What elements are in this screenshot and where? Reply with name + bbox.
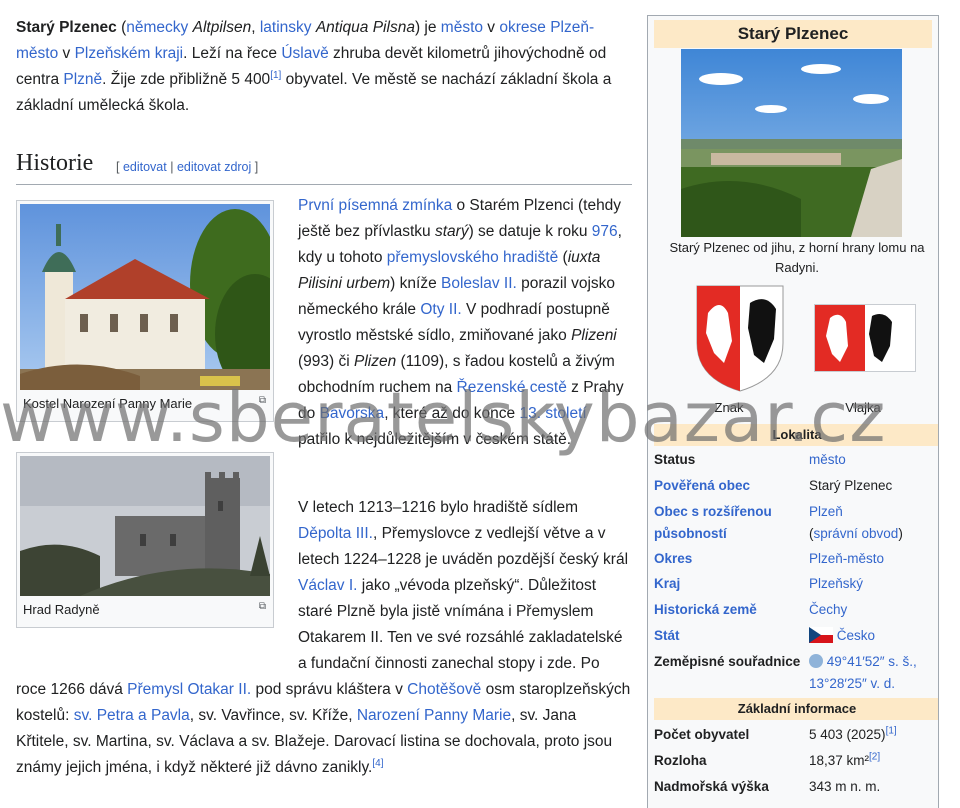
infobox-photo-caption: Starý Plzenec od jihu, z horní hrany lom… — [669, 240, 925, 275]
link-narozeni[interactable]: Narození Panny Marie — [357, 707, 511, 724]
link-zminka[interactable]: První písemná zmínka — [298, 197, 452, 214]
history-paragraph-2: V letech 1213–1216 bylo hradiště sídlem … — [16, 499, 631, 776]
infobox-title: Starý Plzenec — [654, 20, 932, 48]
link-coordinates-lon[interactable]: 13°28′25″ v. d. — [809, 676, 895, 691]
link-cesko[interactable]: Česko — [837, 628, 875, 643]
link-mesto[interactable]: město — [441, 19, 483, 36]
link-orp[interactable]: Obec s rozšířenou působností — [654, 501, 804, 545]
reference-1-infobox[interactable]: [1] — [886, 726, 897, 737]
link-vaclav[interactable]: Václav I. — [298, 577, 357, 594]
link-coordinates-lat[interactable]: 49°41′52″ s. š., — [827, 654, 917, 669]
link-hradiste[interactable]: přemyslovského hradiště — [387, 249, 558, 266]
globe-icon — [809, 654, 823, 668]
town-panorama-photo[interactable] — [681, 49, 902, 237]
edit-links: [ editovat | editovat zdroj ] — [116, 160, 259, 174]
link-kraj-label[interactable]: Kraj — [654, 573, 804, 595]
link-zeme-value[interactable]: Čechy — [809, 599, 938, 621]
intro-paragraph: Starý Plzenec (německy Altpilsen, latins… — [16, 19, 612, 114]
link-nemecky[interactable]: německy — [126, 19, 188, 36]
link-kraj[interactable]: Plzeňském kraji — [75, 45, 184, 62]
link-stat-label[interactable]: Stát — [654, 625, 804, 647]
reference-2-infobox[interactable]: [2] — [869, 752, 880, 763]
edit-link[interactable]: editovat — [123, 160, 167, 174]
link-okres-value[interactable]: Plzeň-město — [809, 548, 938, 570]
link-oty[interactable]: Oty II. — [420, 301, 461, 318]
infobox-row-orp: Obec s rozšířenou působností Plzeň (správn… — [654, 501, 938, 545]
flag-label: Vlajka — [845, 400, 881, 415]
link-bavorska[interactable]: Bavorska — [320, 405, 385, 422]
link-depolt[interactable]: Děpolta III. — [298, 525, 373, 542]
link-poverena-obec[interactable]: Pověřená obec — [654, 475, 804, 497]
link-zeme-label[interactable]: Historická země — [654, 599, 804, 621]
link-boleslav[interactable]: Boleslav II. — [441, 275, 517, 292]
edit-source-link[interactable]: editovat zdroj — [177, 160, 251, 174]
link-chotesov[interactable]: Chotěšově — [407, 681, 481, 698]
czech-flag-icon — [809, 627, 833, 643]
reference-4[interactable]: [4] — [372, 758, 383, 769]
link-rezenska[interactable]: Řezenské cestě — [457, 379, 567, 396]
link-uslava[interactable]: Úslavě — [281, 45, 328, 62]
infobox-section-zakladni: Základní informace — [654, 698, 938, 720]
link-petra-pavla[interactable]: sv. Petra a Pavla — [74, 707, 190, 724]
reference-1[interactable]: [1] — [270, 70, 281, 81]
link-stoleti[interactable]: 13. století — [519, 405, 586, 422]
coat-of-arms-image[interactable] — [694, 283, 786, 393]
infobox-row-souradnice: Zeměpisné souřadnice 49°41′52″ s. š., 13°… — [654, 654, 917, 691]
link-kraj-value[interactable]: Plzeňský — [809, 573, 938, 595]
figure-church: Kostel Narození Panny Marie ⧉ — [16, 200, 274, 422]
church-photo[interactable] — [20, 204, 270, 390]
link-976[interactable]: 976 — [592, 223, 618, 240]
infobox: Starý Plzenec Starý Plzenec od jihu, z h… — [647, 15, 939, 808]
link-orp-plzen[interactable]: Plzeň — [809, 504, 843, 519]
enlarge-icon[interactable]: ⧉ — [259, 395, 266, 406]
flag-image[interactable] — [814, 304, 916, 372]
history-paragraph-1: První písemná zmínka o Starém Plzenci (t… — [298, 197, 624, 448]
coat-of-arms-label: Znak — [714, 400, 744, 415]
link-okres-label[interactable]: Okres — [654, 548, 804, 570]
section-heading-historie: Historie [ editovat | editovat zdroj ] — [16, 150, 632, 185]
link-spravni-obvod[interactable]: správní obvod — [814, 526, 899, 541]
link-latinsky[interactable]: latinsky — [260, 19, 312, 36]
infobox-section-lokalita: Lokalita — [654, 424, 938, 446]
link-premysl[interactable]: Přemysl Otakar II. — [127, 681, 251, 698]
link-status[interactable]: město — [809, 449, 938, 471]
article-subject: Starý Plzenec — [16, 19, 117, 36]
section-title: Historie — [16, 150, 94, 176]
link-plzne[interactable]: Plzně — [63, 71, 102, 88]
church-caption: Kostel Narození Panny Marie — [23, 396, 193, 411]
